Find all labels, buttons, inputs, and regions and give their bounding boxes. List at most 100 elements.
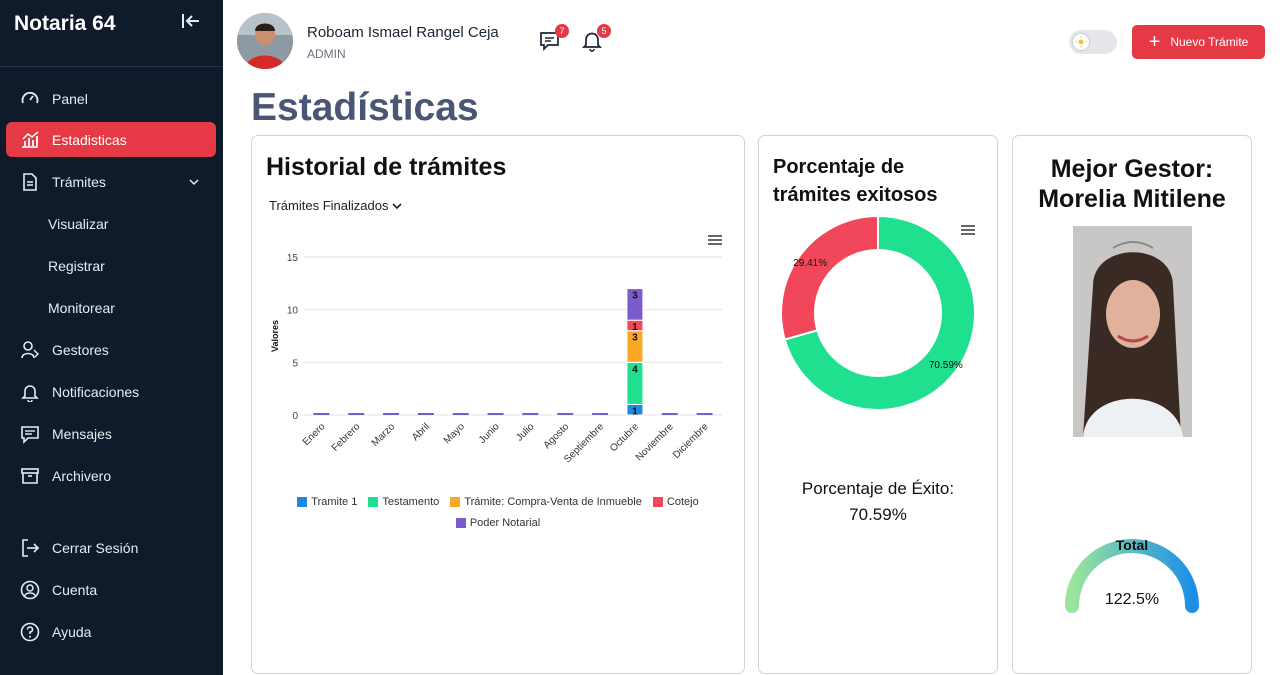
legend-item[interactable]: Poder Notarial [455,517,540,529]
manager-photo [1073,226,1192,437]
notifications-badge: 5 [597,24,611,38]
bar-baseline [522,413,539,415]
x-tick-label: Diciembre [671,421,711,461]
legend-item[interactable]: Cotejo [652,496,699,508]
bar-baseline [557,413,574,415]
bar-baseline [417,413,434,415]
sidebar-item-label: Monitorear [48,299,115,316]
sidebar-item-label: Mensajes [52,425,112,442]
bar-baseline [383,413,400,415]
bar-data-label: 1 [632,406,638,417]
legend-swatch [455,518,466,528]
chart-legend-row-2: Poder Notarial [252,517,744,531]
x-tick-label: Agosto [542,421,572,451]
user-name: Roboam Ismael Rangel Ceja [307,24,499,41]
x-tick-label: Mayo [442,421,467,446]
help-icon [20,622,40,642]
gauge-icon [20,89,40,109]
bar-chart: 0 5 10 15 Valores Enero Febrero Marzo Abril Mayo J… [270,253,722,465]
new-tramite-button[interactable]: + Nuevo Trámite [1132,25,1265,59]
sidebar-divider [0,66,223,67]
collapse-sidebar-icon[interactable] [180,10,202,32]
manager-card-title: Mejor Gestor: Morelia Mitilene [1013,154,1251,214]
bar-data-label: 3 [632,333,638,344]
success-card-title: Porcentaje de trámites exitosos [773,153,938,209]
theme-toggle[interactable] [1069,30,1117,54]
sidebar-item-notificaciones[interactable]: Notificaciones [6,374,216,409]
sidebar-item-panel[interactable]: Panel [6,81,216,116]
plus-icon: + [1148,31,1161,53]
sidebar-item-registrar[interactable]: Registrar [6,248,216,283]
x-tick-label: Julio [514,421,537,444]
sidebar-item-label: Archivero [52,467,112,484]
legend-item[interactable]: Trámite: Compra-Venta de Inmueble [450,496,642,508]
sidebar-item-label: Notificaciones [52,383,140,400]
legend-item[interactable]: Tramite 1 [297,496,357,508]
bell-icon [20,382,40,402]
messages-button[interactable]: 7 [539,24,569,54]
bar-baseline [313,413,330,415]
chart-icon [20,130,40,150]
chart-legend: Tramite 1 Testamento Trámite: Compra-Ven… [252,496,744,510]
y-tick-label: 10 [287,306,299,317]
sidebar-item-estadisticas[interactable]: Estadisticas [6,122,216,157]
sun-icon [1073,34,1089,50]
history-card-title: Historial de trámites [266,153,507,181]
gauge-value: 122.5% [1105,591,1159,608]
donut-chart: 70.59% 29.41% [780,216,976,411]
sidebar-item-label: Visualizar [48,215,109,232]
sidebar-item-ayuda[interactable]: Ayuda [6,614,216,649]
avatar[interactable] [237,13,293,69]
archive-icon [20,466,40,486]
notifications-button[interactable]: 5 [581,24,611,54]
sidebar-item-label: Gestores [52,341,109,358]
gauge-label: Total [1116,537,1148,553]
x-tick-label: Octubre [608,421,641,454]
chevron-down-icon [188,175,200,187]
chevron-down-icon [392,203,402,210]
donut-slice [780,216,879,341]
message-icon [20,424,40,444]
filter-label: Trámites Finalizados [269,198,389,213]
bar-data-label: 3 [632,291,638,302]
y-tick-label: 15 [287,253,299,264]
sidebar-item-label: Trámites [52,173,106,190]
y-tick-label: 5 [292,358,298,369]
y-tick-label: 0 [292,411,298,422]
tramites-filter-dropdown[interactable]: Trámites Finalizados [269,198,402,213]
x-tick-label: Noviembre [634,421,676,463]
legend-item[interactable]: Testamento [368,496,439,508]
success-title-line2: trámites exitosos [773,184,938,206]
legend-swatch [652,497,663,507]
sidebar-item-label: Estadisticas [52,131,127,148]
manager-card: Mejor Gestor: Morelia Mitilene Total 122… [1012,135,1252,674]
success-result-value: 70.59% [849,505,907,524]
donut-data-label: 29.41% [793,258,827,269]
sidebar-item-archivero[interactable]: Archivero [6,458,216,493]
sidebar-item-cuenta[interactable]: Cuenta [6,572,216,607]
sidebar-item-cerrar-sesion[interactable]: Cerrar Sesión [6,530,216,565]
logout-icon [20,538,40,558]
sidebar-item-tramites[interactable]: Trámites [6,164,216,199]
sidebar-item-visualizar[interactable]: Visualizar [6,206,216,241]
sidebar: Notaria 64 Panel Estadisticas Trámites V… [0,0,223,675]
bar-data-label: 4 [632,364,638,375]
messages-badge: 7 [555,24,569,38]
bar-baseline [661,413,678,415]
sidebar-item-label: Cerrar Sesión [52,539,139,556]
donut-data-label: 70.59% [929,360,963,371]
x-tick-label: Junio [477,421,502,446]
sidebar-item-label: Registrar [48,257,105,274]
sidebar-item-monitorear[interactable]: Monitorear [6,290,216,325]
sidebar-item-gestores[interactable]: Gestores [6,332,216,367]
sidebar-item-mensajes[interactable]: Mensajes [6,416,216,451]
account-icon [20,580,40,600]
success-result-label: Porcentaje de Éxito: [801,479,955,498]
brand-title: Notaria 64 [14,12,116,35]
legend-swatch [368,497,379,507]
sidebar-item-label: Cuenta [52,581,98,598]
success-title-line1: Porcentaje de [773,156,905,178]
success-card: Porcentaje de trámites exitosos 70.59% 29… [758,135,998,674]
x-tick-label: Abril [410,421,432,443]
document-icon [20,172,40,192]
